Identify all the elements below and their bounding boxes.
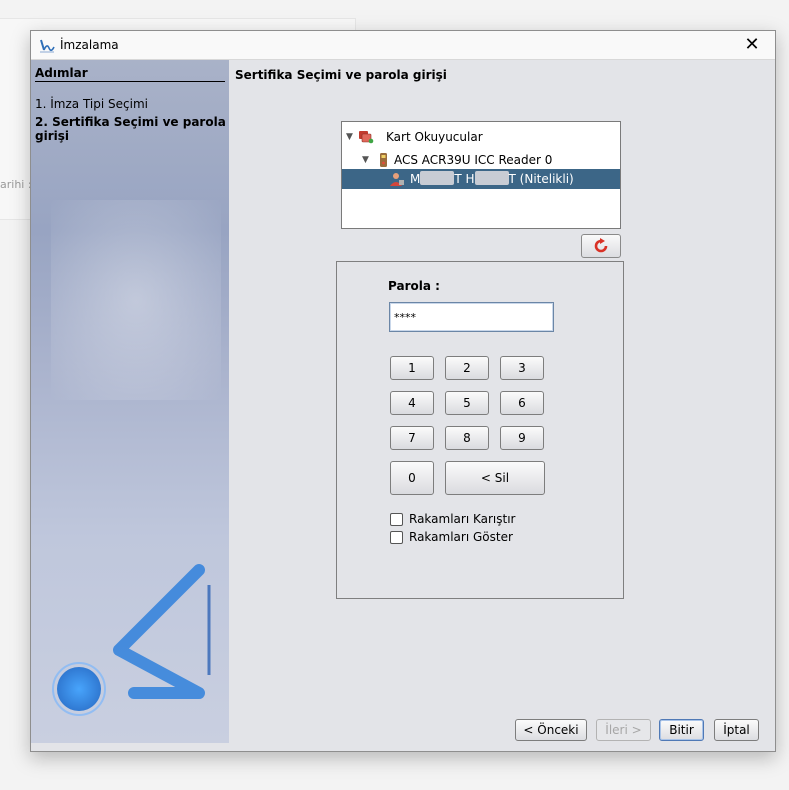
steps-heading: Adımlar (35, 66, 225, 82)
title-bar: İmzalama ✕ (31, 31, 775, 60)
delete-button[interactable]: < Sil (445, 461, 545, 495)
keypad-8-button[interactable]: 8 (445, 426, 489, 450)
card-reader-tree[interactable]: ▼ Kart Okuyucular ▼ ACS ACR39U ICC Reade… (341, 121, 621, 229)
card-reader-icon (380, 153, 387, 167)
redacted-block (420, 171, 455, 185)
refresh-icon (594, 238, 608, 253)
keypad-6-button[interactable]: 6 (500, 391, 544, 415)
tree-label-certificate: MT HT (Nitelikli) (410, 171, 574, 186)
app-signature-icon (40, 39, 55, 53)
tree-node-card-readers[interactable]: ▼ Kart Okuyucular (342, 127, 620, 147)
show-digits-label: Rakamları Göster (409, 530, 513, 544)
keypad-7-button[interactable]: 7 (390, 426, 434, 450)
step-item-2-active: 2. Sertifika Seçimi ve parola girişi (35, 115, 226, 143)
steps-panel: Adımlar 1. İmza Tipi Seçimi 2. Sertifika… (31, 60, 229, 743)
background-partial-label: arihi : (0, 178, 32, 191)
tree-label-reader: ACS ACR39U ICC Reader 0 (394, 153, 553, 167)
keypad-0-button[interactable]: 0 (390, 461, 434, 495)
close-icon: ✕ (744, 34, 760, 55)
keypad-4-button[interactable]: 4 (390, 391, 434, 415)
next-button[interactable]: İleri > (596, 719, 651, 741)
checkbox-box[interactable] (390, 531, 403, 544)
step-item-1: 1. İmza Tipi Seçimi (35, 97, 148, 111)
expand-arrow-icon[interactable]: ▼ (362, 150, 369, 170)
window-title: İmzalama (60, 38, 119, 52)
password-panel: Parola : 1 2 3 4 5 6 7 8 9 0 < Sil Rakam… (336, 261, 624, 599)
user-certificate-icon (390, 173, 404, 186)
password-field[interactable] (389, 302, 554, 332)
redacted-block (474, 171, 509, 185)
tree-label-card-readers: Kart Okuyucular (386, 130, 483, 144)
tree-node-reader[interactable]: ▼ ACS ACR39U ICC Reader 0 (342, 150, 620, 170)
card-readers-icon (359, 131, 374, 144)
page-title: Sertifika Seçimi ve parola girişi (235, 68, 447, 82)
keypad-3-button[interactable]: 3 (500, 356, 544, 380)
keypad-9-button[interactable]: 9 (500, 426, 544, 450)
previous-button[interactable]: < Önceki (515, 719, 587, 741)
shuffle-digits-label: Rakamları Karıştır (409, 512, 516, 526)
cancel-button[interactable]: İptal (714, 719, 759, 741)
checkbox-box[interactable] (390, 513, 403, 526)
keypad-2-button[interactable]: 2 (445, 356, 489, 380)
signing-dialog: İmzalama ✕ Adımlar 1. İmza Tipi Seçimi 2… (30, 30, 776, 752)
password-label: Parola : (388, 279, 440, 293)
close-button[interactable]: ✕ (729, 31, 775, 59)
expand-arrow-icon[interactable]: ▼ (346, 127, 353, 147)
sigma-logo-icon (52, 564, 211, 716)
refresh-button[interactable] (581, 234, 621, 258)
finish-button[interactable]: Bitir (659, 719, 704, 741)
keypad-1-button[interactable]: 1 (390, 356, 434, 380)
tree-node-certificate-selected[interactable]: MT HT (Nitelikli) (342, 169, 620, 189)
keypad-5-button[interactable]: 5 (445, 391, 489, 415)
